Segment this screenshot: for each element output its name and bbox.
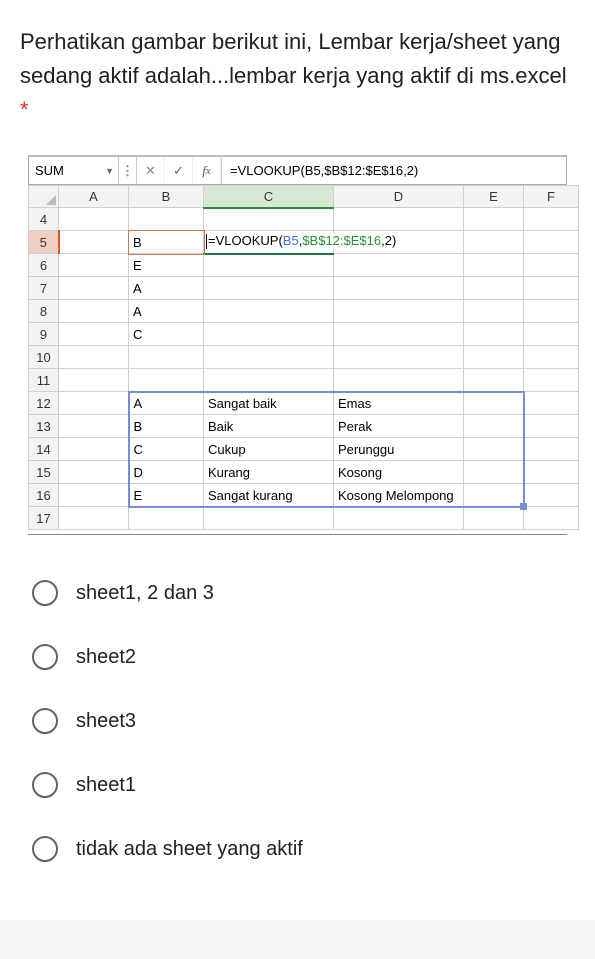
option-3[interactable]: sheet3 xyxy=(32,708,575,734)
col-header: A xyxy=(59,186,129,208)
name-box: SUM ▼ xyxy=(29,157,119,184)
col-header: D xyxy=(334,186,464,208)
separator-icon: ⋮ xyxy=(119,157,137,184)
radio-icon xyxy=(32,772,58,798)
row-header: 11 xyxy=(29,369,59,392)
option-4[interactable]: sheet1 xyxy=(32,772,575,798)
row-header: 13 xyxy=(29,415,59,438)
row-header: 16 xyxy=(29,484,59,507)
row-header: 6 xyxy=(29,254,59,277)
row-header: 14 xyxy=(29,438,59,461)
col-header: B xyxy=(129,186,204,208)
worksheet-grid: A B C D E F 4 5 B =VLOOKUP(B5,$B$12:$E$1… xyxy=(28,185,567,530)
option-label: sheet2 xyxy=(76,646,136,669)
radio-icon xyxy=(32,644,58,670)
row-header: 15 xyxy=(29,461,59,484)
question-text: Perhatikan gambar berikut ini, Lembar ke… xyxy=(20,25,575,127)
row-header: 4 xyxy=(29,208,59,231)
required-asterisk: * xyxy=(20,97,29,122)
select-all-corner xyxy=(29,186,59,208)
formula-bar-text: =VLOOKUP(B5,$B$12:$E$16,2) xyxy=(221,157,566,184)
option-2[interactable]: sheet2 xyxy=(32,644,575,670)
row-header: 9 xyxy=(29,323,59,346)
formula-bar: SUM ▼ ⋮ ✕ ✓ fx =VLOOKUP(B5,$B$12:$E$16,2… xyxy=(28,155,567,185)
row-header-active: 5 xyxy=(29,231,59,254)
cancel-icon: ✕ xyxy=(137,157,165,184)
fx-icon: fx xyxy=(193,157,221,184)
option-label: sheet1 xyxy=(76,774,136,797)
col-header-active: C xyxy=(204,186,334,208)
radio-icon xyxy=(32,580,58,606)
radio-icon xyxy=(32,836,58,862)
question-card: Perhatikan gambar berikut ini, Lembar ke… xyxy=(0,0,595,920)
option-5[interactable]: tidak ada sheet yang aktif xyxy=(32,836,575,862)
option-label: sheet3 xyxy=(76,710,136,733)
row-header: 17 xyxy=(29,507,59,530)
row-header: 12 xyxy=(29,392,59,415)
radio-icon xyxy=(32,708,58,734)
col-header: E xyxy=(464,186,524,208)
row-header: 10 xyxy=(29,346,59,369)
col-header: F xyxy=(524,186,579,208)
cell-b5: B xyxy=(129,231,204,254)
enter-icon: ✓ xyxy=(165,157,193,184)
option-label: tidak ada sheet yang aktif xyxy=(76,838,303,861)
cell-c5-editing: =VLOOKUP(B5,$B$12:$E$16,2) xyxy=(204,231,334,254)
dropdown-arrow-icon: ▼ xyxy=(105,166,114,176)
answer-options: sheet1, 2 dan 3 sheet2 sheet3 sheet1 tid… xyxy=(20,580,575,862)
row-header: 7 xyxy=(29,277,59,300)
excel-screenshot: SUM ▼ ⋮ ✕ ✓ fx =VLOOKUP(B5,$B$12:$E$16,2… xyxy=(28,155,567,535)
option-label: sheet1, 2 dan 3 xyxy=(76,582,214,605)
row-header: 8 xyxy=(29,300,59,323)
option-1[interactable]: sheet1, 2 dan 3 xyxy=(32,580,575,606)
